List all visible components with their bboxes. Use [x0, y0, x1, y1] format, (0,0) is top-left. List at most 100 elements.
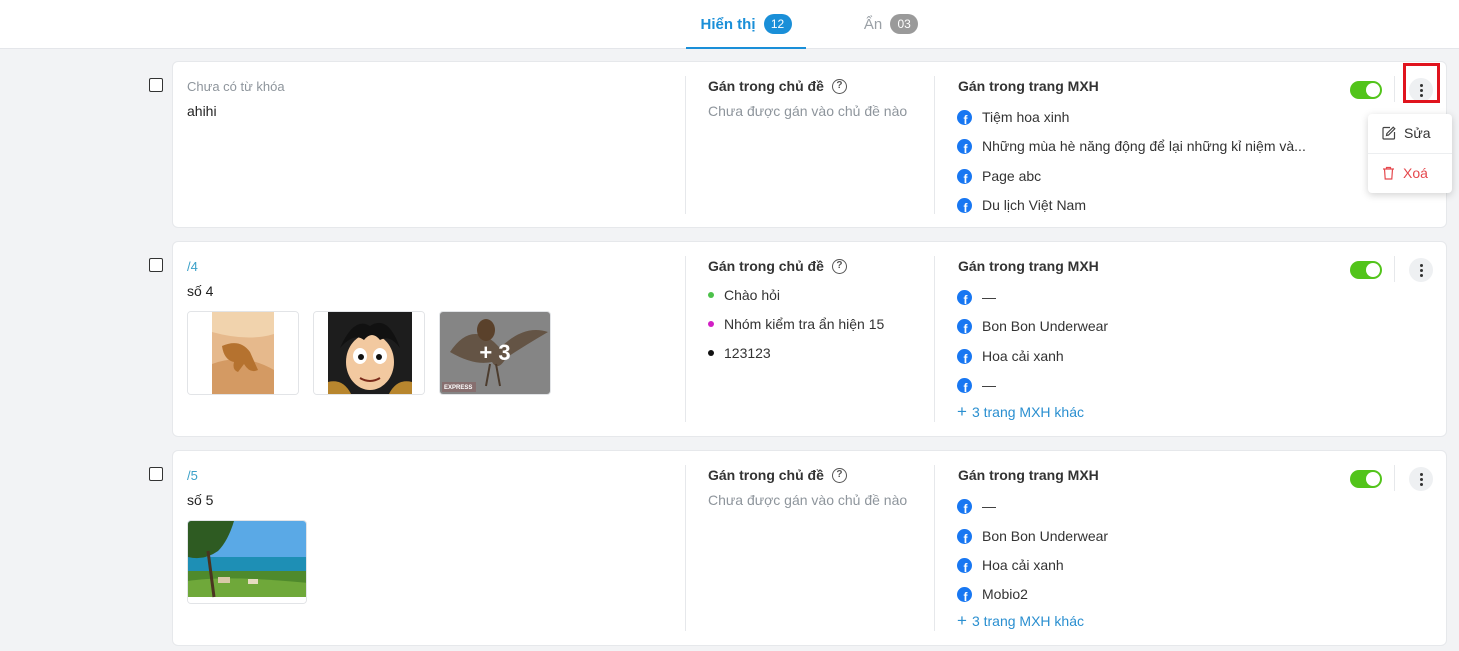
topic-name: 123123: [724, 345, 771, 361]
page-name: Du lịch Việt Nam: [982, 197, 1087, 213]
column-divider: [934, 76, 935, 214]
topic-section-title: Gán trong chủ đề ?: [708, 258, 847, 274]
page-name: Page abc: [982, 168, 1042, 184]
image-watermark: EXPRESS: [444, 385, 473, 391]
page-name: —: [982, 498, 996, 514]
divider: [1394, 76, 1395, 102]
image-thumbnail-more[interactable]: + 3 EXPRESS: [439, 311, 551, 395]
tab-visible-count-badge: 12: [763, 14, 792, 34]
tab-hidden-count-badge: 03: [890, 14, 919, 34]
help-circle-icon[interactable]: ?: [831, 467, 847, 483]
topic-name: Chào hỏi: [724, 287, 781, 303]
topic-section-title: Gán trong chủ đề ?: [708, 78, 847, 94]
facebook-icon: f: [957, 528, 972, 544]
keyword-value: số 4: [187, 283, 214, 299]
facebook-icon: f: [957, 586, 972, 602]
help-circle-icon[interactable]: ?: [831, 78, 847, 94]
keyword-label: Chưa có từ khóa: [187, 79, 285, 94]
page-item: f Những mùa hè năng động để lại những kỉ…: [957, 138, 1306, 154]
keyword-card: /5 số 5 Gán trong chủ đề ? Chưa được gán…: [172, 450, 1447, 646]
page-item: f Page abc: [957, 168, 1041, 184]
facebook-icon: f: [957, 197, 972, 213]
facebook-icon: f: [957, 318, 972, 334]
image-thumbnail[interactable]: [187, 520, 307, 604]
pages-section-title: Gán trong trang MXH: [958, 78, 1099, 94]
facebook-icon: f: [957, 289, 972, 305]
plus-icon: +: [957, 611, 967, 630]
row-checkbox[interactable]: [149, 78, 163, 92]
edit-label: Sửa: [1404, 125, 1431, 141]
visibility-toggle[interactable]: [1350, 81, 1382, 99]
page-name: Bon Bon Underwear: [982, 528, 1109, 544]
page-name: Những mùa hè năng động để lại những kỉ n…: [982, 138, 1306, 154]
facebook-icon: f: [957, 168, 972, 184]
page-item: f Hoa cải xanh: [957, 557, 1064, 573]
more-pages-link[interactable]: + 3 trang MXH khác: [957, 612, 1084, 629]
more-vertical-icon[interactable]: [1409, 467, 1433, 491]
topic-title-text: Gán trong chủ đề: [708, 258, 824, 274]
keyword-card: Chưa có từ khóa ahihi Gán trong chủ đề ?…: [172, 61, 1447, 228]
row-checkbox[interactable]: [149, 258, 163, 272]
tab-bar: Hiển thị 12 Ẩn 03: [0, 0, 1459, 49]
topic-item: Chào hỏi: [708, 287, 780, 303]
image-thumbnail[interactable]: [187, 311, 299, 395]
page-name: —: [982, 289, 996, 305]
page-item: f Hoa cải xanh: [957, 348, 1064, 364]
page-item: f —: [957, 498, 996, 514]
plus-icon: +: [957, 402, 967, 421]
page-name: —: [982, 377, 996, 393]
facebook-icon: f: [957, 557, 972, 573]
topic-empty-text: Chưa được gán vào chủ đề nào: [708, 492, 908, 508]
edit-menu-item[interactable]: Sửa: [1368, 114, 1452, 152]
more-vertical-icon[interactable]: [1409, 258, 1433, 282]
more-images-count: + 3: [440, 312, 550, 394]
more-pages-link[interactable]: + 3 trang MXH khác: [957, 403, 1084, 420]
anime-character-image: [314, 312, 424, 394]
topic-title-text: Gán trong chủ đề: [708, 78, 824, 94]
topic-name: Nhóm kiểm tra ẩn hiện 15: [724, 316, 885, 332]
keyword-value: số 5: [187, 492, 214, 508]
delete-menu-item[interactable]: Xoá: [1368, 154, 1452, 192]
desert-dog-image: [188, 312, 298, 394]
column-divider: [685, 76, 686, 214]
more-vertical-icon[interactable]: [1409, 78, 1433, 102]
help-circle-icon[interactable]: ?: [831, 258, 847, 274]
column-divider: [685, 256, 686, 422]
facebook-icon: f: [957, 138, 972, 154]
row-checkbox[interactable]: [149, 467, 163, 481]
column-divider: [685, 465, 686, 631]
topic-empty-text: Chưa được gán vào chủ đề nào: [708, 103, 908, 119]
pages-section-title: Gán trong trang MXH: [958, 258, 1099, 274]
tropical-beach-image: [188, 521, 306, 603]
topic-color-dot: [708, 350, 714, 356]
page-item: f Bon Bon Underwear: [957, 528, 1108, 544]
keyword-value: ahihi: [187, 103, 217, 119]
topic-title-text: Gán trong chủ đề: [708, 467, 824, 483]
topic-section-title: Gán trong chủ đề ?: [708, 467, 847, 483]
more-pages-text: 3 trang MXH khác: [971, 403, 1084, 420]
more-pages-text: 3 trang MXH khác: [971, 612, 1084, 629]
facebook-icon: f: [957, 377, 972, 393]
visibility-toggle[interactable]: [1350, 261, 1382, 279]
tab-hidden[interactable]: Ẩn 03: [848, 0, 934, 48]
column-divider: [934, 465, 935, 631]
page-name: Hoa cải xanh: [982, 348, 1064, 364]
topic-color-dot: [708, 321, 714, 327]
tab-visible[interactable]: Hiển thị 12: [686, 0, 806, 49]
tab-hidden-label: Ẩn: [863, 15, 883, 33]
divider: [1394, 256, 1395, 282]
topic-color-dot: [708, 292, 714, 298]
keyword-label[interactable]: /4: [187, 259, 198, 274]
keyword-label[interactable]: /5: [187, 468, 198, 483]
page-item: f Du lịch Việt Nam: [957, 197, 1086, 213]
page-item: f Mobio2: [957, 586, 1028, 602]
facebook-icon: f: [957, 498, 972, 514]
image-thumbnail[interactable]: [313, 311, 425, 395]
pages-section-title: Gán trong trang MXH: [958, 467, 1099, 483]
page-name: Bon Bon Underwear: [982, 318, 1109, 334]
page-item: f —: [957, 377, 996, 393]
visibility-toggle[interactable]: [1350, 470, 1382, 488]
topic-item: Nhóm kiểm tra ẩn hiện 15: [708, 316, 884, 332]
page-name: Hoa cải xanh: [982, 557, 1064, 573]
page-name: Tiệm hoa xinh: [982, 109, 1070, 125]
